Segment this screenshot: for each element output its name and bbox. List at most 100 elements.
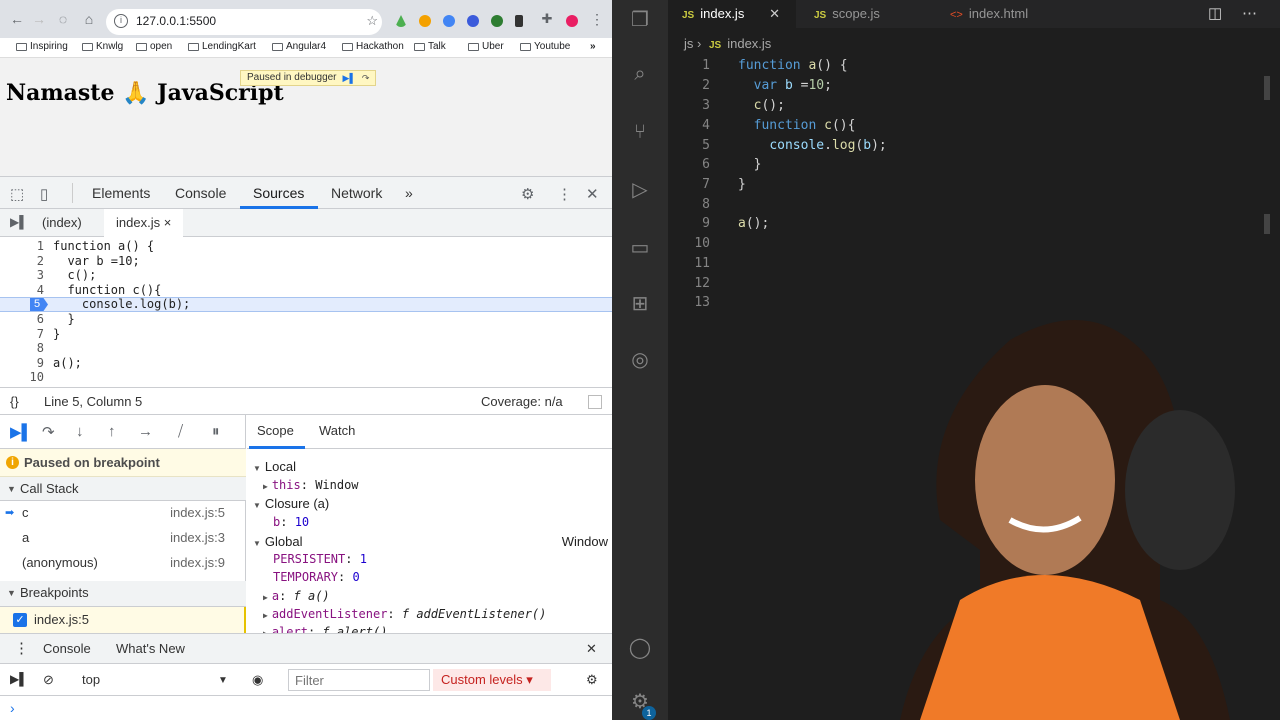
line-number[interactable]: 2 — [0, 254, 44, 268]
inspect-icon[interactable]: ⬚ — [10, 185, 24, 203]
git-graph-icon[interactable]: ◎ — [628, 348, 652, 372]
close-icon[interactable]: ✕ — [769, 0, 780, 28]
bookmark-folder[interactable]: Angular4 — [272, 41, 326, 52]
bookmark-folder[interactable]: Talk — [414, 41, 446, 52]
tab-index-html[interactable]: (index) — [42, 215, 82, 230]
scope-entry[interactable]: b: 10 — [273, 515, 309, 529]
gear-icon[interactable]: ⚙ — [521, 185, 534, 203]
scrollbar-thumb[interactable] — [1264, 214, 1270, 234]
puzzle-icon[interactable]: ✚ — [538, 10, 556, 28]
scrollbar-thumb[interactable] — [1264, 76, 1270, 100]
scope-entry[interactable]: ▶ addEventListener: f addEventListener() — [263, 607, 546, 621]
code-editor[interactable]: 5 1 function a() {2 var b =10; 3 c(); 4 fun… — [0, 239, 612, 385]
extension-icon[interactable] — [395, 15, 407, 27]
tab-console-drawer[interactable]: Console — [43, 641, 91, 656]
bookmark-folder[interactable]: Uber — [468, 41, 504, 52]
call-frame[interactable]: ➡ c index.js:5 — [0, 501, 246, 525]
more-bookmarks-button[interactable]: » — [590, 41, 596, 52]
eye-icon[interactable]: ◉ — [252, 672, 263, 688]
back-icon[interactable]: ← — [8, 10, 26, 28]
menu-kebab-icon[interactable]: ⋮ — [557, 185, 572, 203]
sidebar-toggle-icon[interactable]: ▶▌ — [10, 672, 28, 686]
bookmark-folder[interactable]: open — [136, 41, 172, 52]
tab-index-js[interactable]: JS index.js ✕ — [668, 0, 796, 28]
more-tabs-button[interactable]: » — [405, 185, 413, 201]
breadcrumb-folder[interactable]: js — [684, 36, 693, 51]
tab-watch[interactable]: Watch — [319, 423, 355, 438]
address-bar[interactable]: i 127.0.0.1:5500 ☆ — [106, 9, 382, 35]
explorer-icon[interactable]: ❐ — [628, 8, 652, 32]
loading-icon[interactable]: ◌ — [54, 10, 72, 28]
tab-index-js[interactable]: index.js × — [104, 209, 184, 237]
coverage-icon[interactable] — [588, 395, 602, 409]
call-stack-header[interactable]: ▼ Call Stack — [0, 477, 246, 501]
frame-location[interactable]: index.js:5 — [170, 505, 225, 520]
bookmark-folder[interactable]: Hackathon — [342, 41, 404, 52]
breakpoints-header[interactable]: ▼ Breakpoints — [0, 581, 246, 607]
step-over-icon[interactable]: ↷ — [42, 423, 55, 441]
tab-scope[interactable]: Scope — [257, 423, 294, 438]
menu-kebab-icon[interactable]: ⋮ — [14, 639, 29, 657]
url-text[interactable]: 127.0.0.1:5500 — [136, 14, 216, 28]
line-number[interactable]: 7 — [0, 327, 44, 341]
call-frame[interactable]: (anonymous) index.js:9 — [0, 551, 246, 575]
pause-on-exceptions-icon[interactable]: ⏸ — [212, 423, 220, 440]
console-prompt[interactable]: › — [10, 700, 15, 716]
step-into-icon[interactable]: ↓ — [76, 423, 84, 440]
scope-entry[interactable]: PERSISTENT: 1 — [273, 552, 367, 566]
tab-whats-new[interactable]: What's New — [116, 641, 185, 656]
info-icon[interactable]: i — [114, 14, 128, 28]
scope-entry[interactable]: ▶ this: Window — [263, 478, 359, 492]
pretty-print-button[interactable]: {} — [10, 394, 19, 409]
filter-field[interactable] — [288, 669, 430, 691]
line-number[interactable]: 8 — [0, 341, 44, 355]
bookmark-folder[interactable]: Youtube — [520, 41, 570, 52]
step-icon[interactable]: → — [138, 423, 153, 440]
search-icon[interactable]: ⌕ — [628, 62, 652, 86]
clear-console-icon[interactable]: ⊘ — [43, 672, 54, 688]
scope-closure[interactable]: ▼ Closure (a) — [253, 496, 329, 511]
home-icon[interactable]: ⌂ — [80, 10, 98, 28]
scope-local[interactable]: ▼ Local — [253, 459, 296, 474]
close-icon[interactable]: ✕ — [586, 185, 599, 203]
tab-scope-js[interactable]: JS scope.js — [808, 0, 936, 28]
more-actions-icon[interactable]: ⋯ — [1242, 4, 1257, 22]
line-number[interactable]: 9 — [0, 356, 44, 370]
scope-entry[interactable]: ▶alert: f alert() — [263, 625, 387, 633]
frame-location[interactable]: index.js:3 — [170, 530, 225, 545]
extensions-icon[interactable]: ⊞ — [628, 292, 652, 316]
tab-network[interactable]: Network — [331, 185, 382, 201]
extension-icon[interactable] — [467, 15, 479, 27]
tab-console[interactable]: Console — [175, 185, 226, 201]
deactivate-breakpoints-icon[interactable]: ⧸ — [178, 423, 183, 440]
close-icon[interactable]: ✕ — [586, 641, 597, 657]
scope-entry[interactable]: TEMPORARY: 0 — [273, 570, 360, 584]
extension-icon[interactable] — [419, 15, 431, 27]
line-number[interactable]: 10 — [0, 370, 44, 384]
bookmark-folder[interactable]: Knwlg — [82, 41, 123, 52]
gear-icon[interactable]: ⚙ — [586, 672, 598, 688]
line-number[interactable]: 3 — [0, 268, 44, 282]
tab-sources[interactable]: Sources — [253, 185, 304, 201]
step-out-icon[interactable]: ↑ — [108, 423, 116, 440]
call-frame[interactable]: a index.js:3 — [0, 526, 246, 550]
bookmark-folder[interactable]: LendingKart — [188, 41, 256, 52]
run-debug-icon[interactable]: ▷ — [628, 178, 652, 202]
tab-elements[interactable]: Elements — [92, 185, 150, 201]
device-toggle-icon[interactable]: ▯ — [40, 185, 48, 203]
close-tab-icon[interactable]: × — [164, 215, 172, 230]
resume-icon[interactable]: ▶▌ — [10, 423, 32, 441]
breadcrumb-file[interactable]: index.js — [727, 36, 771, 51]
line-number[interactable]: 6 — [0, 312, 44, 326]
line-number[interactable]: 4 — [0, 283, 44, 297]
extension-icon[interactable] — [443, 15, 455, 27]
chevron-down-icon[interactable]: ▼ — [218, 675, 228, 686]
line-number[interactable]: 1 — [0, 239, 44, 253]
account-icon[interactable]: ◯ — [628, 636, 652, 660]
navigator-toggle-icon[interactable]: ▶▌ — [10, 215, 28, 229]
menu-kebab-icon[interactable]: ⋮ — [588, 10, 606, 28]
bookmark-folder[interactable]: Inspiring — [16, 41, 68, 52]
source-control-icon[interactable]: ⑂ — [628, 120, 652, 144]
frame-location[interactable]: index.js:9 — [170, 555, 225, 570]
filter-input[interactable] — [289, 670, 429, 690]
